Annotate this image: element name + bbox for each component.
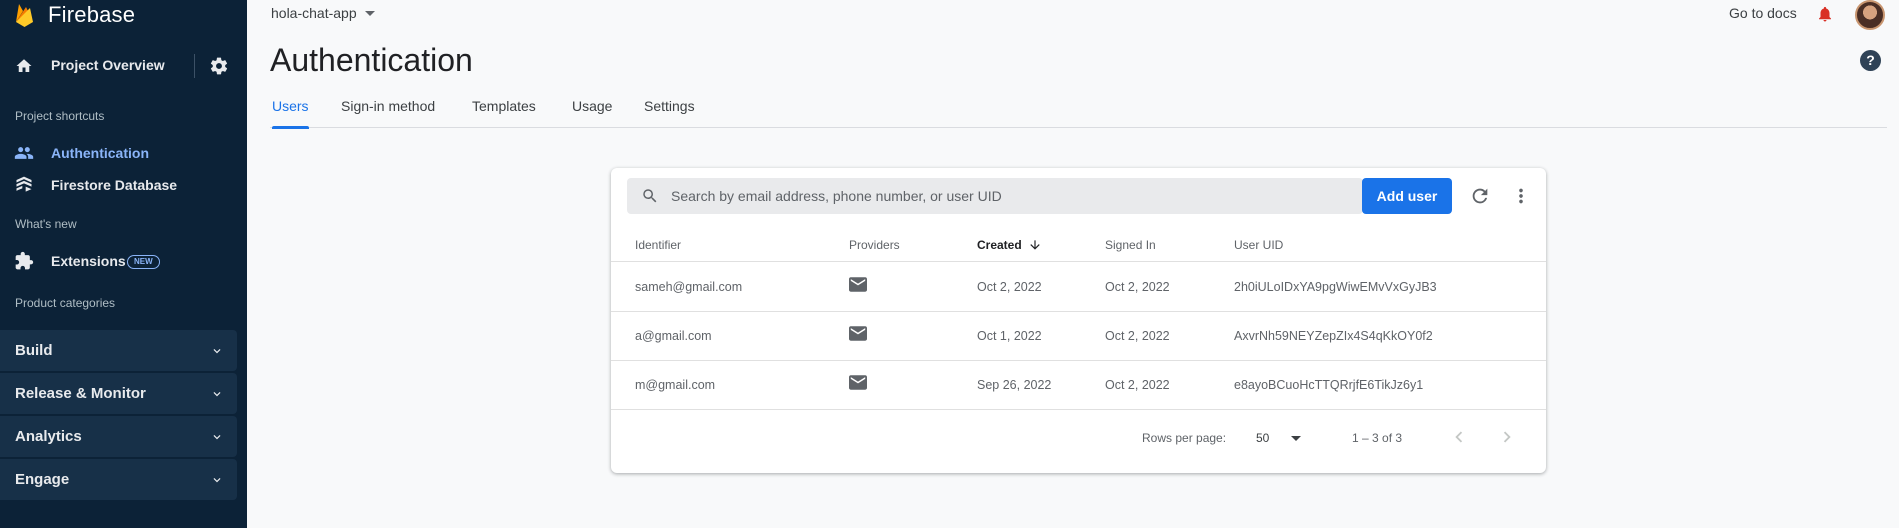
cell-uid: AxvrNh59NEYZepZIx4S4qKkOY0f2 <box>1234 329 1433 343</box>
column-header-user-uid[interactable]: User UID <box>1234 238 1283 252</box>
column-header-signed-in[interactable]: Signed In <box>1105 238 1156 252</box>
sidebar-item-label: Firestore Database <box>51 177 178 193</box>
category-analytics[interactable]: Analytics <box>0 416 237 457</box>
avatar[interactable] <box>1855 0 1885 30</box>
cell-identifier: sameh@gmail.com <box>635 280 743 294</box>
cell-created: Oct 1, 2022 <box>977 329 1042 343</box>
tab-templates[interactable]: Templates <box>472 98 536 128</box>
tab-usage[interactable]: Usage <box>572 98 612 128</box>
cell-uid: 2h0iULoIDxYA9pgWiwEMvVxGyJB3 <box>1234 280 1437 294</box>
gear-icon[interactable] <box>209 56 229 76</box>
more-vert-icon[interactable] <box>1510 185 1532 207</box>
sidebar-item-label: Authentication <box>51 145 149 161</box>
caret-down-icon[interactable] <box>1291 436 1301 441</box>
add-user-button[interactable]: Add user <box>1362 178 1452 214</box>
shortcuts-title: Project shortcuts <box>15 109 105 123</box>
chevron-down-icon <box>213 435 221 440</box>
pagination-range: 1 – 3 of 3 <box>1352 431 1403 445</box>
category-label: Release & Monitor <box>15 385 146 402</box>
project-name: hola-chat-app <box>271 5 357 21</box>
cell-uid: e8ayoBCuoHcTTQRrjfE6TikJz6y1 <box>1234 378 1424 392</box>
rows-per-page-label: Rows per page: <box>1142 431 1227 445</box>
column-header-providers[interactable]: Providers <box>849 238 900 252</box>
home-icon[interactable] <box>15 57 33 75</box>
table-row[interactable]: m@gmail.com Sep 26, 2022 Oct 2, 2022 e8a… <box>611 361 1546 410</box>
mail-icon <box>849 326 867 341</box>
brand-name: Firebase <box>48 2 136 27</box>
table-row[interactable]: sameh@gmail.com Oct 2, 2022 Oct 2, 2022 … <box>611 263 1546 312</box>
firebase-logo-icon <box>16 4 33 27</box>
refresh-icon[interactable] <box>1469 185 1491 207</box>
chevron-right-icon[interactable] <box>1496 426 1518 448</box>
page-title: Authentication <box>270 42 473 78</box>
cell-signed-in: Oct 2, 2022 <box>1105 378 1170 392</box>
whats-new-title: What's new <box>15 217 77 231</box>
help-icon[interactable]: ? <box>1860 50 1881 71</box>
categories-title: Product categories <box>15 296 116 310</box>
tab-bar: Users Sign-in method Templates Usage Set… <box>270 98 1887 129</box>
cell-created: Oct 2, 2022 <box>977 280 1042 294</box>
column-header-created[interactable]: Created <box>977 238 1022 252</box>
chevron-down-icon <box>213 478 221 483</box>
sidebar-item-extensions[interactable]: Extensions NEW <box>0 245 247 277</box>
category-label: Engage <box>15 471 70 488</box>
cell-identifier: m@gmail.com <box>635 378 716 392</box>
extensions-icon <box>15 251 34 270</box>
sidebar-item-firestore[interactable]: Firestore Database <box>0 169 247 201</box>
cell-signed-in: Oct 2, 2022 <box>1105 329 1170 343</box>
mail-icon <box>849 375 867 390</box>
project-overview-link[interactable]: Project Overview <box>51 57 165 73</box>
mail-icon <box>849 277 867 292</box>
firestore-icon <box>16 176 32 192</box>
search-icon <box>643 189 657 203</box>
arrow-down-icon[interactable] <box>1028 238 1042 252</box>
rows-per-page-select[interactable]: 50 <box>1256 431 1269 445</box>
cell-signed-in: Oct 2, 2022 <box>1105 280 1170 294</box>
sidebar-item-authentication[interactable]: Authentication <box>0 137 247 169</box>
go-to-docs-link[interactable]: Go to docs <box>1729 5 1797 21</box>
chevron-down-icon <box>213 392 221 397</box>
tab-users[interactable]: Users <box>272 98 309 129</box>
cell-identifier: a@gmail.com <box>635 329 712 343</box>
tab-settings[interactable]: Settings <box>644 98 695 128</box>
brand[interactable]: Firebase <box>14 0 135 30</box>
category-label: Analytics <box>15 428 82 445</box>
caret-down-icon <box>364 10 375 16</box>
project-overview-row: Project Overview <box>0 48 247 84</box>
table-row[interactable]: a@gmail.com Oct 1, 2022 Oct 2, 2022 Axvr… <box>611 312 1546 361</box>
chevron-down-icon <box>213 349 221 354</box>
project-selector[interactable]: hola-chat-app <box>271 5 375 21</box>
column-header-identifier[interactable]: Identifier <box>635 238 681 252</box>
users-card: Add user Identifier Providers Created Si… <box>611 168 1546 473</box>
category-build[interactable]: Build <box>0 330 237 371</box>
table-header: Identifier Providers Created Signed In U… <box>611 226 1546 262</box>
category-release-monitor[interactable]: Release & Monitor <box>0 373 237 414</box>
sidebar: Firebase Project Overview Project shortc… <box>0 0 247 528</box>
divider <box>194 54 195 78</box>
cell-created: Sep 26, 2022 <box>977 378 1052 392</box>
category-engage[interactable]: Engage <box>0 459 237 500</box>
search-input[interactable] <box>671 178 1351 214</box>
chevron-left-icon[interactable] <box>1448 426 1470 448</box>
people-icon <box>14 147 34 159</box>
bell-icon[interactable] <box>1816 4 1834 24</box>
category-label: Build <box>15 342 53 359</box>
new-badge: NEW <box>127 255 160 269</box>
search-box[interactable] <box>627 178 1363 214</box>
tab-sign-in-method[interactable]: Sign-in method <box>341 98 435 128</box>
sidebar-item-label: Extensions <box>51 253 126 269</box>
